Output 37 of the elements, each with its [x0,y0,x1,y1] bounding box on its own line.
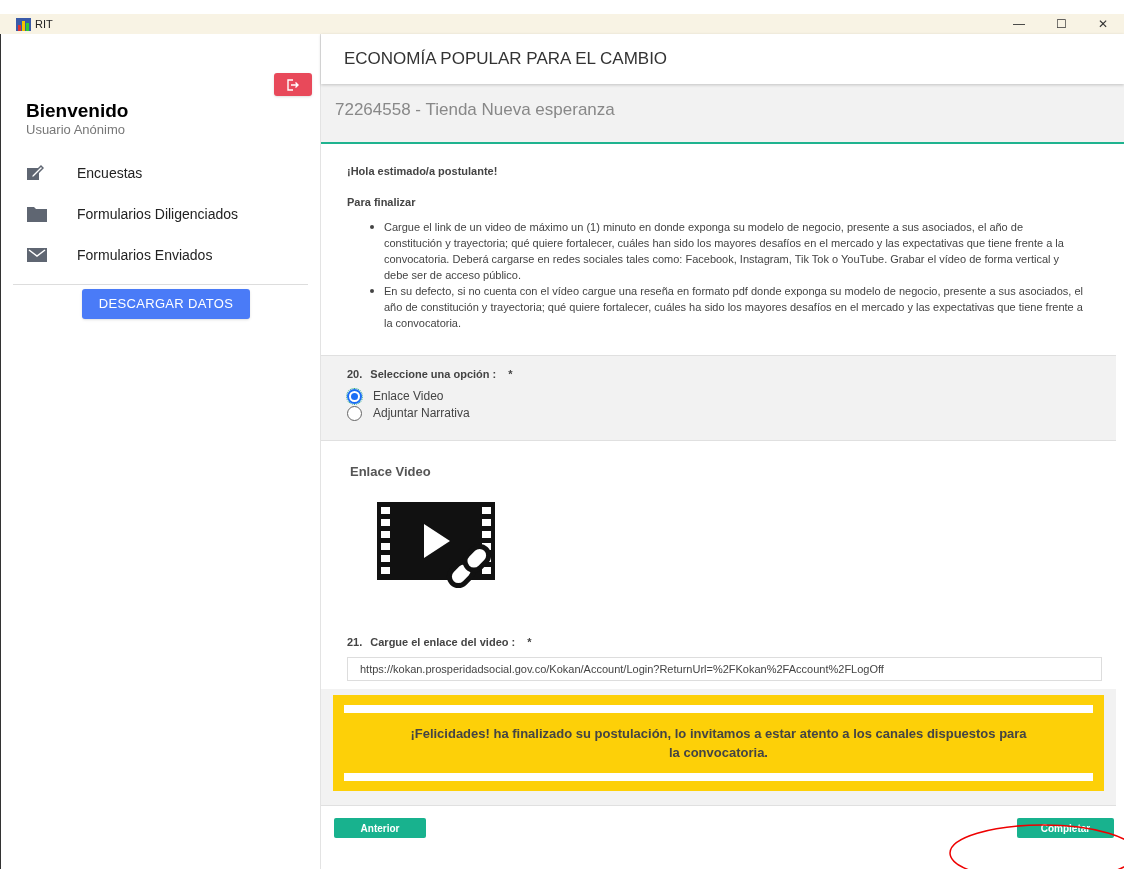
instruction-text: En su defecto, si no cuenta con el vídeo cargue una reseña en formato pdf donde exponga su modelo de negocio, presente a sus asociados, el año de constitución y trayectoria; qué quiere fortalecer, cuáles ha sido los mayores desafíos en el mercado y las expectativas que tiene frente a la convocatoria. [384,284,1084,331]
required-mark: * [527,634,532,650]
folder-icon [26,205,48,223]
radio-option[interactable]: Adjuntar Narrativa [347,404,1116,422]
question-number: 20. [347,367,363,382]
sidebar-item[interactable]: Encuestas [1,162,320,184]
window-control[interactable]: ✕ [1082,14,1124,34]
success-message: ¡Felicidades! ha finalizado su postulación, lo invitamos a estar atento a los canales dispuestos para la convocatoria. [409,725,1028,762]
question-label: Cargue el enlace del video : [370,634,516,650]
question-number: 21. [347,634,363,650]
logout-icon [286,78,300,91]
required-mark: * [508,367,513,382]
instruction-text: Cargue el link de un video de máximo un (1) minuto en donde exponga su modelo de negocio, presente a sus asociados, el año de constitución y trayectoria; qué quiere fortalecer, cuáles han sido los mayores desafíos en el mercado y las expectativas que tiene frente a la convocatoria. Deberá cargarse en redes sociales tales como: Facebook, Instagram, Tik Tok o YouTube. Grabar el vídeo de forma vertical y debe ser de acceso público. [384,220,1065,283]
user-name: Usuario Anónimo [26,122,126,138]
bullet-icon [370,289,374,293]
greeting: ¡Hola estimado/a postulante! [347,164,499,179]
radio-button[interactable] [347,388,362,404]
question-label: Seleccione una opción : [370,367,497,382]
section-title: Enlace Video [350,463,432,481]
page-title: ECONOMÍA POPULAR PARA EL CAMBIO [344,48,668,71]
sidebar-item[interactable]: Formularios Diligenciados [1,203,320,225]
radio-button[interactable] [347,405,362,421]
download-button[interactable]: DESCARGAR DATOS [82,289,250,319]
applicant-title: 72264558 - Tienda Nueva esperanza [335,99,615,121]
window-control[interactable]: — [998,14,1040,34]
welcome-title: Bienvenido [26,100,130,122]
logout-button[interactable] [274,73,312,96]
window-title: RIT [35,16,53,32]
app-icon [16,17,31,31]
sidebar-item[interactable]: Formularios Enviados [1,244,320,266]
radio-option[interactable]: Enlace Video [347,387,1116,405]
mail-icon [26,247,48,263]
section-heading: Para finalizar [347,194,417,210]
window-control[interactable]: ☐ [1040,14,1082,34]
bullet-icon [370,225,374,229]
edit-icon [26,164,44,182]
video-link-field[interactable]: https://kokan.prosperidadsocial.gov.co/Kokan/Account/Login?ReturnUrl=%2FKokan%2FAccount%2FLogOff [347,657,1102,681]
